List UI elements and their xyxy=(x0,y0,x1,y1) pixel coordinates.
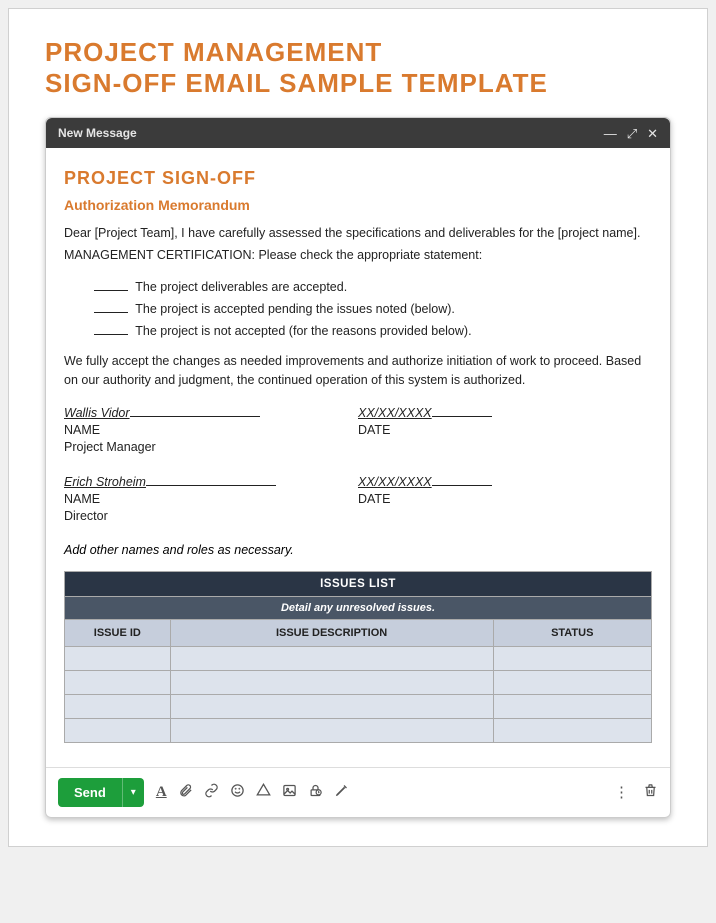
attach-icon[interactable] xyxy=(178,783,193,802)
email-subheading: Authorization Memorandum xyxy=(64,197,652,213)
certification-checklist: The project deliverables are accepted. T… xyxy=(64,280,652,338)
signer-name: Wallis Vidor xyxy=(64,406,130,420)
acceptance-text: We fully accept the changes as needed im… xyxy=(64,352,652,390)
drive-icon[interactable] xyxy=(256,783,271,802)
compose-footer: Send ▾ A xyxy=(46,767,670,817)
table-row xyxy=(65,646,652,670)
close-icon[interactable]: ✕ xyxy=(647,127,658,140)
cell-status[interactable] xyxy=(493,694,652,718)
signature-line xyxy=(130,416,260,417)
page-title: PROJECT MANAGEMENT SIGN-OFF EMAIL SAMPLE… xyxy=(45,37,671,99)
send-dropdown[interactable]: ▾ xyxy=(122,778,144,807)
col-header-desc: ISSUE DESCRIPTION xyxy=(170,619,493,646)
table-subtitle: Detail any unresolved issues. xyxy=(65,596,652,619)
format-toolbar: A xyxy=(156,783,349,802)
image-icon[interactable] xyxy=(282,783,297,802)
cell-status[interactable] xyxy=(493,670,652,694)
email-heading: PROJECT SIGN-OFF xyxy=(64,168,652,189)
signer-date-block: XX/XX/XXXX DATE xyxy=(358,405,652,456)
emoji-icon[interactable] xyxy=(230,783,245,802)
format-text-icon[interactable]: A xyxy=(156,784,167,801)
compose-body: PROJECT SIGN-OFF Authorization Memorandu… xyxy=(46,148,670,752)
link-icon[interactable] xyxy=(204,783,219,802)
signature-row: Wallis Vidor NAME Project Manager XX/XX/… xyxy=(64,405,652,456)
date-line xyxy=(432,485,492,486)
cell-desc[interactable] xyxy=(170,646,493,670)
table-row xyxy=(65,670,652,694)
signer-name-block: Wallis Vidor NAME Project Manager xyxy=(64,405,358,456)
signer-name: Erich Stroheim xyxy=(64,475,146,489)
blank-line[interactable] xyxy=(94,334,128,335)
email-intro: Dear [Project Team], I have carefully as… xyxy=(64,223,652,266)
check-label: The project is not accepted (for the rea… xyxy=(135,324,471,338)
compose-window: New Message — ⤢ ✕ PROJECT SIGN-OFF Autho… xyxy=(45,117,671,817)
pen-icon[interactable] xyxy=(334,783,349,802)
table-row xyxy=(65,694,652,718)
signer-role: Director xyxy=(64,509,108,523)
check-item: The project is not accepted (for the rea… xyxy=(94,324,652,338)
signature-row: Erich Stroheim NAME Director XX/XX/XXXX … xyxy=(64,474,652,525)
blank-line[interactable] xyxy=(94,312,128,313)
more-options-icon[interactable]: ⋮ xyxy=(614,783,629,801)
add-signers-note: Add other names and roles as necessary. xyxy=(64,543,652,557)
table-row xyxy=(65,718,652,742)
footer-left: Send ▾ A xyxy=(58,778,349,807)
cell-desc[interactable] xyxy=(170,718,493,742)
col-header-status: STATUS xyxy=(493,619,652,646)
cell-status[interactable] xyxy=(493,646,652,670)
compose-header: New Message — ⤢ ✕ xyxy=(46,118,670,148)
signer-role: Project Manager xyxy=(64,440,156,454)
send-button-group: Send ▾ xyxy=(58,778,144,807)
col-header-id: ISSUE ID xyxy=(65,619,171,646)
check-item: The project deliverables are accepted. xyxy=(94,280,652,294)
check-item: The project is accepted pending the issu… xyxy=(94,302,652,316)
cell-status[interactable] xyxy=(493,718,652,742)
window-controls: — ⤢ ✕ xyxy=(604,127,658,140)
confidential-icon[interactable] xyxy=(308,783,323,802)
compose-title: New Message xyxy=(58,126,137,140)
signer-name-block: Erich Stroheim NAME Director xyxy=(64,474,358,525)
check-label: The project deliverables are accepted. xyxy=(135,280,347,294)
date-label: DATE xyxy=(358,492,390,506)
signer-date: XX/XX/XXXX xyxy=(358,475,432,489)
delete-icon[interactable] xyxy=(643,783,658,802)
minimize-icon[interactable]: — xyxy=(604,127,617,140)
date-label: DATE xyxy=(358,423,390,437)
cell-desc[interactable] xyxy=(170,670,493,694)
send-button[interactable]: Send xyxy=(58,778,122,807)
signature-line xyxy=(146,485,276,486)
cell-id[interactable] xyxy=(65,718,171,742)
title-line-2: SIGN-OFF EMAIL SAMPLE TEMPLATE xyxy=(45,68,548,98)
cell-id[interactable] xyxy=(65,646,171,670)
footer-right: ⋮ xyxy=(614,783,658,802)
cell-id[interactable] xyxy=(65,694,171,718)
signer-date-block: XX/XX/XXXX DATE xyxy=(358,474,652,525)
title-line-1: PROJECT MANAGEMENT xyxy=(45,37,382,67)
cell-desc[interactable] xyxy=(170,694,493,718)
name-label: NAME xyxy=(64,423,100,437)
check-label: The project is accepted pending the issu… xyxy=(135,302,455,316)
expand-icon[interactable]: ⤢ xyxy=(627,127,637,140)
signer-date: XX/XX/XXXX xyxy=(358,406,432,420)
date-line xyxy=(432,416,492,417)
cell-id[interactable] xyxy=(65,670,171,694)
table-title: ISSUES LIST xyxy=(65,571,652,596)
page-container: PROJECT MANAGEMENT SIGN-OFF EMAIL SAMPLE… xyxy=(8,8,708,847)
issues-table: ISSUES LIST Detail any unresolved issues… xyxy=(64,571,652,743)
blank-line[interactable] xyxy=(94,290,128,291)
name-label: NAME xyxy=(64,492,100,506)
